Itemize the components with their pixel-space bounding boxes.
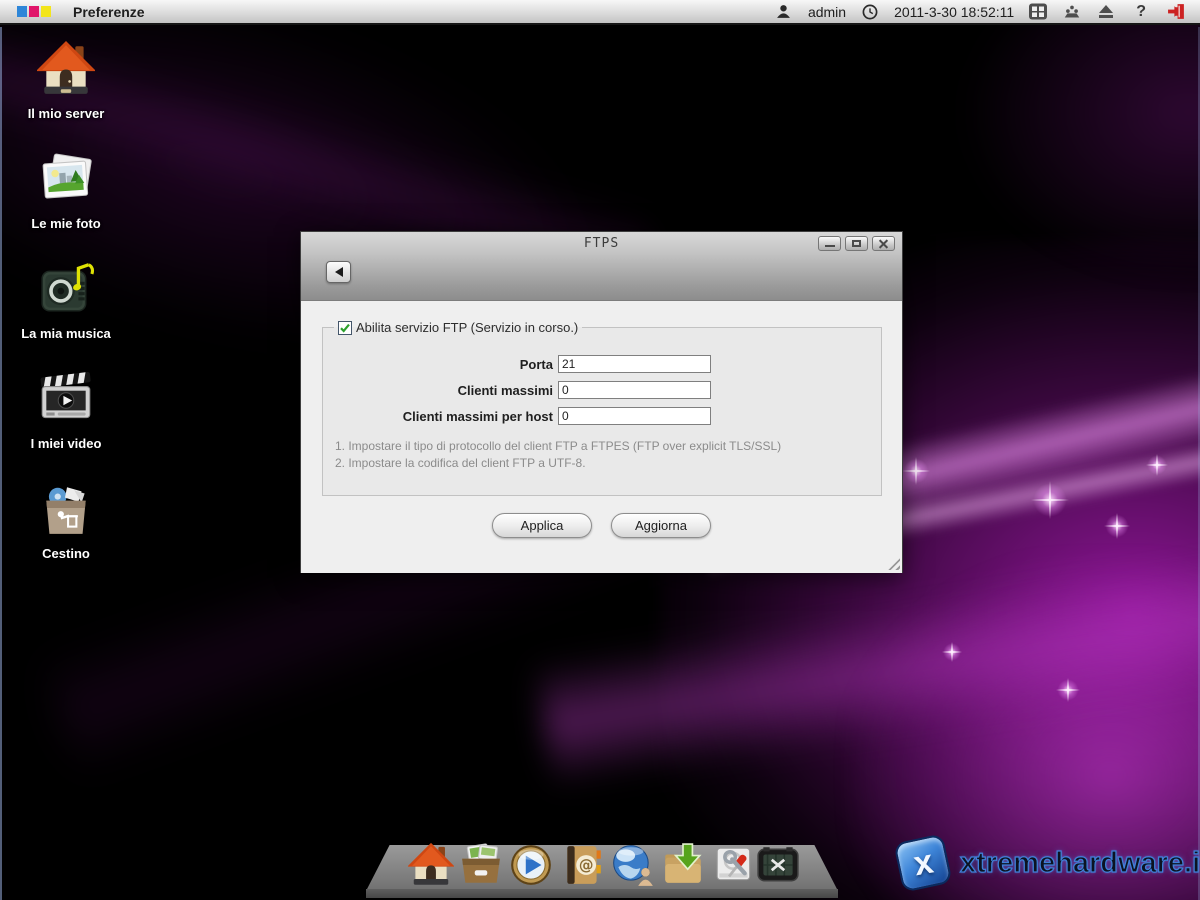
svg-text:@: @ [579, 857, 594, 874]
watermark-text: xtremehardware.it [960, 847, 1200, 880]
back-arrow-icon [335, 267, 343, 277]
widgets-icon[interactable] [1062, 3, 1082, 21]
enable-ftp-checkbox[interactable] [338, 321, 352, 335]
max-clients-input[interactable] [558, 381, 711, 399]
logout-icon[interactable] [1166, 3, 1186, 21]
purple-streak [535, 540, 1200, 790]
form-row-max-clients: Clienti massimi [323, 377, 881, 403]
photos-icon [37, 150, 95, 208]
back-button[interactable] [326, 261, 351, 283]
dock-disk-utility-icon[interactable] [712, 842, 758, 888]
sparkle [942, 642, 962, 662]
sparkle [1031, 481, 1069, 519]
form-row-max-clients-per-host: Clienti massimi per host [323, 403, 881, 429]
maximize-icon [852, 240, 861, 247]
max-clients-label: Clienti massimi [323, 383, 553, 398]
sparkle [1104, 513, 1130, 539]
form-row-port: Porta [323, 351, 881, 377]
dock-front-edge [366, 889, 838, 898]
apps-grid-icon[interactable] [1028, 3, 1048, 21]
top-menu-bar: Preferenze admin 2011-3-30 18:52:11 ? [0, 0, 1200, 25]
enable-ftp-label: Abilita servizio FTP (Servizio in corso.… [356, 320, 578, 335]
ftp-service-fieldset: Abilita servizio FTP (Servizio in corso.… [322, 320, 882, 496]
dialog-title: FTPS [301, 236, 902, 251]
desktop-icon-label: La mia musica [21, 326, 111, 341]
minimize-icon [825, 245, 835, 247]
dock-media-player-icon[interactable] [508, 842, 554, 888]
ftps-dialog: FTPS Abilita servizio FTP (Servizio in c… [300, 231, 903, 573]
minimize-button[interactable] [818, 236, 841, 251]
check-icon [339, 322, 351, 334]
port-label: Porta [323, 357, 553, 372]
desktop-icon-label: Il mio server [28, 106, 105, 121]
dialog-header[interactable]: FTPS [301, 232, 902, 301]
desktop-icon-my-photos[interactable]: Le mie foto [8, 150, 124, 231]
home-icon [37, 40, 95, 98]
desktop-icon-my-music[interactable]: La mia musica [8, 260, 124, 341]
video-icon [37, 370, 95, 428]
help-icon[interactable]: ? [1130, 3, 1152, 21]
sparkle [902, 457, 930, 485]
port-input[interactable] [558, 355, 711, 373]
dock-home-icon[interactable] [408, 842, 454, 888]
desktop-icon-my-videos[interactable]: I miei video [8, 370, 124, 451]
refresh-button[interactable]: Aggiorna [611, 513, 711, 538]
user-icon [774, 3, 794, 21]
page-title: Preferenze [73, 4, 145, 20]
logged-in-user: admin [808, 4, 846, 20]
desktop-icon-label: Le mie foto [31, 216, 100, 231]
brand-logo-icon [17, 6, 51, 17]
apply-button[interactable]: Applica [492, 513, 592, 538]
trash-icon [37, 480, 95, 538]
purple-glow [960, 0, 1200, 280]
desktop-icon-trash[interactable]: Cestino [8, 480, 124, 561]
xtremehardware-logo-icon: x [893, 833, 952, 892]
watermark: x xtremehardware.it [898, 838, 1200, 888]
note-line-2: 2. Impostare la codifica del client FTP … [335, 455, 881, 472]
dock-downloads-icon[interactable] [660, 842, 706, 888]
music-icon [37, 260, 95, 318]
datetime-display: 2011-3-30 18:52:11 [894, 4, 1014, 20]
desktop-icon-label: Cestino [42, 546, 90, 561]
max-clients-per-host-label: Clienti massimi per host [323, 409, 553, 424]
max-clients-per-host-input[interactable] [558, 407, 711, 425]
maximize-button[interactable] [845, 236, 868, 251]
dock-photos-icon[interactable] [458, 842, 504, 888]
desktop-icon-label: I miei video [31, 436, 102, 451]
close-button[interactable] [872, 236, 895, 251]
screen-edge [0, 27, 2, 900]
dock-tools-icon[interactable] [755, 842, 801, 888]
dock-network-icon[interactable] [610, 842, 656, 888]
sparkle [1146, 454, 1168, 476]
dialog-content: Abilita servizio FTP (Servizio in corso.… [301, 301, 902, 573]
desktop-icon-my-server[interactable]: Il mio server [8, 40, 124, 121]
sparkle [1056, 678, 1080, 702]
note-line-1: 1. Impostare il tipo di protocollo del c… [335, 438, 881, 455]
desktop: Preferenze admin 2011-3-30 18:52:11 ? [0, 0, 1200, 900]
dock-contacts-icon[interactable]: @ [560, 842, 606, 888]
eject-icon[interactable] [1096, 3, 1116, 21]
clock-icon [860, 3, 880, 21]
